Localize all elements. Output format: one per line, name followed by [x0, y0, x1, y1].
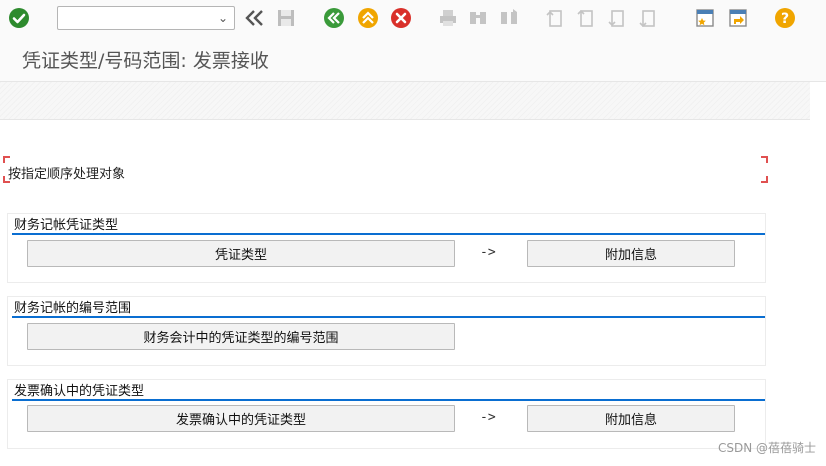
help-icon[interactable]: ? [774, 7, 796, 29]
find-icon[interactable] [467, 7, 489, 29]
shortcut-icon[interactable] [727, 7, 749, 29]
group-invoice-doc-types: 发票确认中的凭证类型 发票确认中的凭证类型 -> 附加信息 [7, 379, 766, 449]
invoice-doc-types-button[interactable]: 发票确认中的凭证类型 [27, 405, 455, 432]
next-page-icon[interactable] [606, 7, 628, 29]
arrow-text: -> [480, 245, 496, 260]
group-posting-doc-types: 财务记帐凭证类型 凭证类型 -> 附加信息 [7, 213, 766, 283]
page-title: 凭证类型/号码范围: 发票接收 [22, 50, 269, 72]
group-divider [12, 316, 765, 318]
group-title: 发票确认中的凭证类型 [14, 384, 145, 399]
enter-icon[interactable] [8, 7, 30, 29]
create-session-icon[interactable] [694, 7, 716, 29]
frame-corner-top-right [761, 156, 768, 163]
doc-types-button[interactable]: 凭证类型 [27, 240, 455, 267]
number-ranges-button[interactable]: 财务会计中的凭证类型的编号范围 [27, 323, 455, 350]
group-divider [12, 399, 765, 401]
back-icon[interactable] [323, 7, 345, 29]
last-page-icon[interactable] [637, 7, 659, 29]
title-bar: 凭证类型/号码范围: 发票接收 [0, 36, 826, 82]
system-toolbar: ⌄ ? [0, 0, 826, 36]
svg-text:?: ? [781, 11, 789, 27]
find-next-icon[interactable] [498, 7, 520, 29]
first-page-icon[interactable] [544, 7, 566, 29]
command-field[interactable]: ⌄ [57, 6, 235, 30]
arrow-text: -> [480, 410, 496, 425]
additional-info-button[interactable]: 附加信息 [527, 405, 735, 432]
group-title: 财务记帐凭证类型 [14, 218, 119, 233]
frame-corner-bottom-right [761, 176, 768, 183]
group-posting-number-ranges: 财务记帐的编号范围 财务会计中的凭证类型的编号范围 [7, 296, 766, 366]
cancel-icon[interactable] [390, 7, 412, 29]
application-toolbar [0, 82, 810, 120]
group-title: 财务记帐的编号范围 [14, 301, 132, 316]
frame-corner-top-left [3, 156, 10, 163]
additional-info-button[interactable]: 附加信息 [527, 240, 735, 267]
exit-icon[interactable] [357, 7, 379, 29]
group-divider [12, 233, 765, 235]
instruction-text: 按指定顺序处理对象 [8, 167, 126, 182]
prev-page-icon[interactable] [575, 7, 597, 29]
save-icon[interactable] [275, 7, 297, 29]
watermark: CSDN @蓓蓓骑士 [717, 441, 816, 455]
chevron-down-icon[interactable]: ⌄ [218, 11, 228, 25]
back-double-icon[interactable] [243, 7, 265, 29]
print-icon[interactable] [437, 7, 459, 29]
